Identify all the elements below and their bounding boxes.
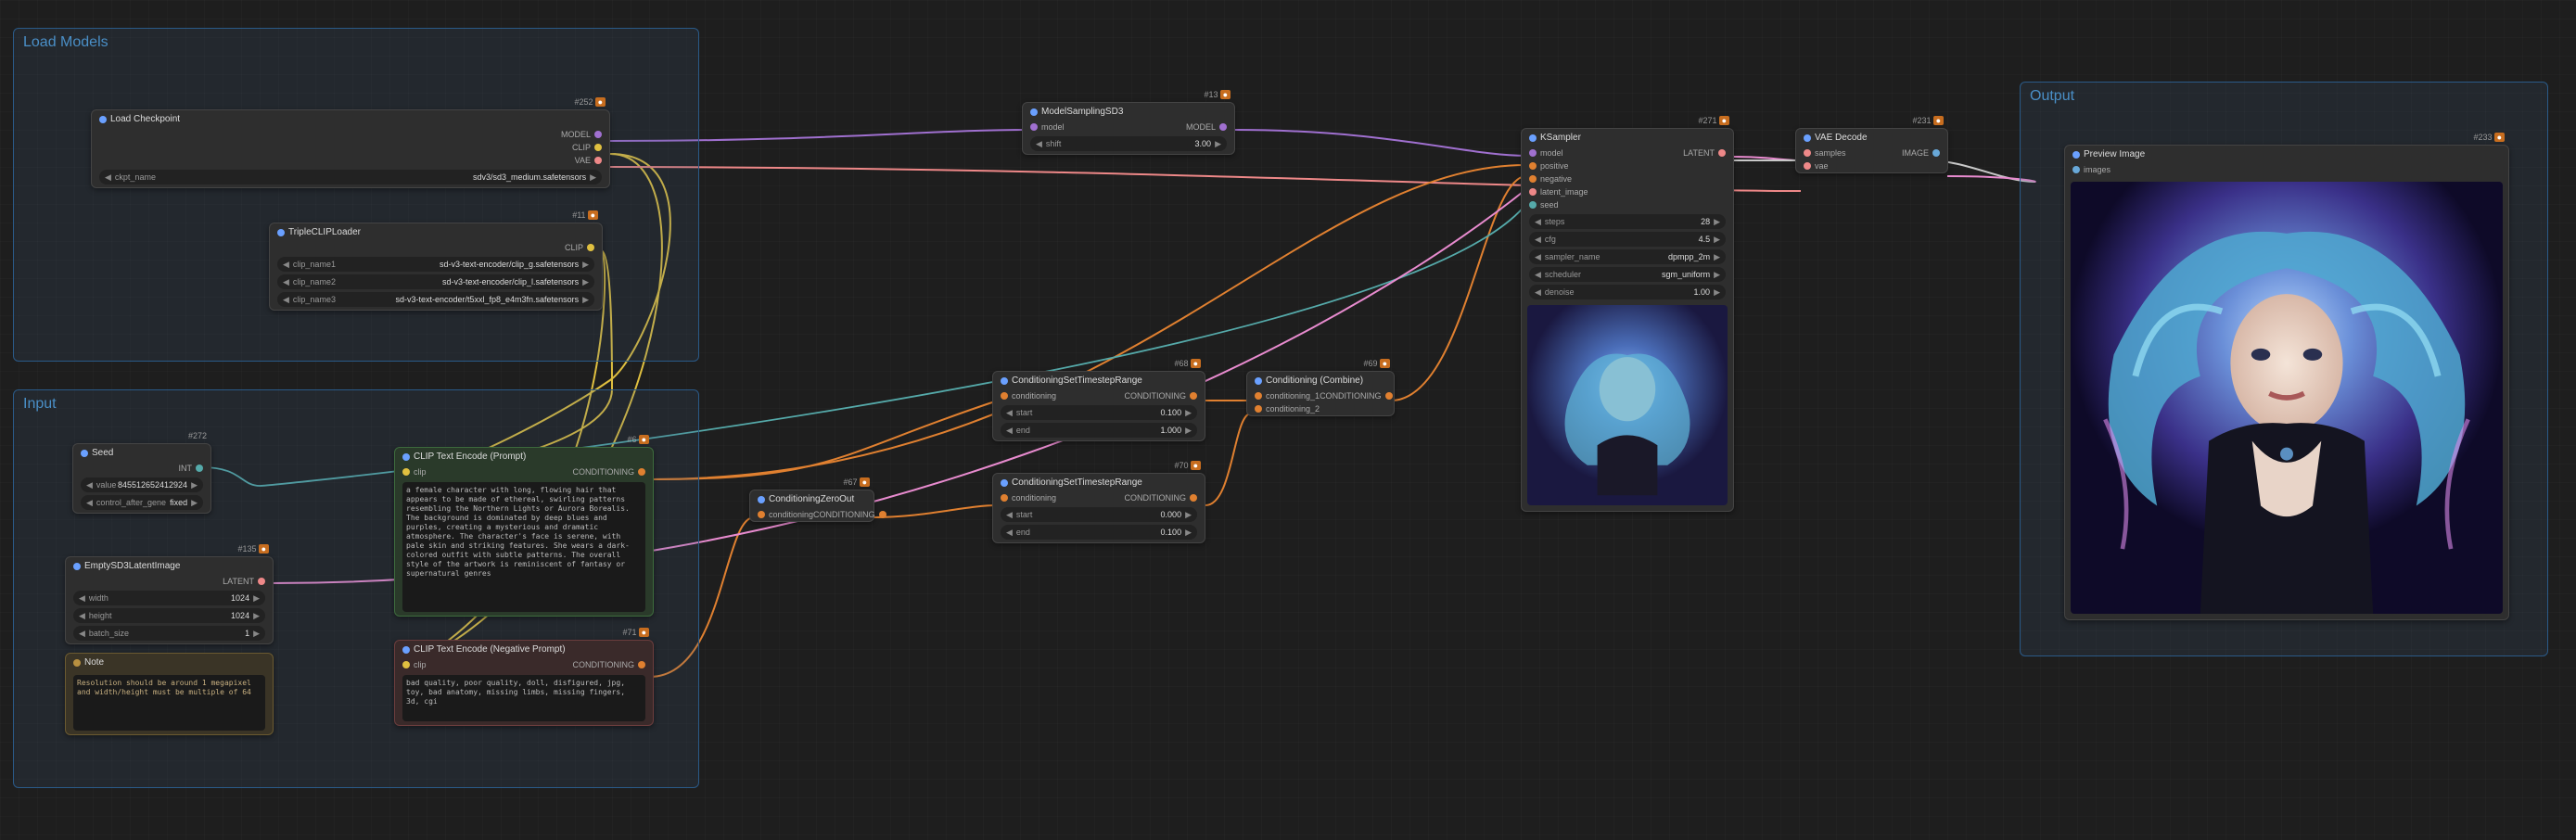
node-seed[interactable]: #272 Seed INT ◀value845512652412924▶ ◀co… — [72, 443, 211, 514]
node-empty-latent[interactable]: #135● EmptySD3LatentImage LATENT ◀width1… — [65, 556, 274, 644]
cfg-widget[interactable]: ◀cfg4.5▶ — [1529, 232, 1726, 247]
input-positive[interactable] — [1529, 162, 1537, 170]
node-id: #67● — [844, 477, 870, 487]
height-widget[interactable]: ◀height1024▶ — [73, 608, 265, 623]
input-cond2[interactable] — [1255, 405, 1262, 413]
output-int[interactable] — [196, 465, 203, 472]
output-clip[interactable] — [587, 244, 594, 251]
node-id: #68● — [1175, 359, 1201, 368]
output-cond[interactable] — [1190, 392, 1197, 400]
node-id: #233● — [2474, 133, 2505, 142]
node-id: #231● — [1913, 116, 1944, 125]
output-clip[interactable] — [594, 144, 602, 151]
output-conditioning[interactable] — [638, 661, 645, 668]
node-load-checkpoint[interactable]: #252● Load Checkpoint MODEL CLIP VAE ◀ c… — [91, 109, 610, 188]
clip2-widget[interactable]: ◀clip_name2sd-v3-text-encoder/clip_l.saf… — [277, 274, 594, 289]
input-cond1[interactable] — [1255, 392, 1262, 400]
node-id: #6● — [628, 435, 649, 444]
node-id: #252● — [575, 97, 606, 107]
node-id: #135● — [238, 544, 269, 554]
node-model-sampling[interactable]: #13● ModelSamplingSD3 modelMODEL ◀shift3… — [1022, 102, 1235, 155]
input-model[interactable] — [1529, 149, 1537, 157]
clip1-widget[interactable]: ◀clip_name1sd-v3-text-encoder/clip_g.saf… — [277, 257, 594, 272]
note-text: Resolution should be around 1 megapixel … — [73, 675, 265, 731]
group-load-models[interactable]: Load Models — [13, 28, 699, 362]
node-id: #13● — [1205, 90, 1231, 99]
ckpt-name-widget[interactable]: ◀ ckpt_name sdv3/sd3_medium.safetensors … — [99, 170, 602, 185]
input-seed[interactable] — [1529, 201, 1537, 209]
input-cond[interactable] — [1001, 494, 1008, 502]
node-cond-combine[interactable]: #69● Conditioning (Combine) conditioning… — [1246, 371, 1395, 416]
group-title: Input — [23, 396, 57, 413]
group-title: Output — [2030, 88, 2074, 105]
output-latent[interactable] — [258, 578, 265, 585]
node-id: #272 — [188, 431, 207, 440]
clip3-widget[interactable]: ◀clip_name3sd-v3-text-encoder/t5xxl_fp8_… — [277, 292, 594, 307]
node-id: #71● — [623, 628, 649, 637]
end-widget[interactable]: ◀end1.000▶ — [1001, 423, 1197, 438]
start-widget[interactable]: ◀start0.000▶ — [1001, 507, 1197, 522]
arrow-left-icon[interactable]: ◀ — [103, 172, 113, 183]
output-cond[interactable] — [1190, 494, 1197, 502]
shift-widget[interactable]: ◀shift3.00▶ — [1030, 136, 1227, 151]
input-model[interactable] — [1030, 123, 1038, 131]
node-clip-prompt[interactable]: #6● CLIP Text Encode (Prompt) clipCONDIT… — [394, 447, 654, 617]
node-cond-zero-out[interactable]: #67● ConditioningZeroOut conditioningCON… — [749, 490, 874, 522]
node-id: #70● — [1175, 461, 1201, 470]
output-latent[interactable] — [1718, 149, 1726, 157]
width-widget[interactable]: ◀width1024▶ — [73, 591, 265, 605]
output-cond[interactable] — [1385, 392, 1393, 400]
input-latent[interactable] — [1529, 188, 1537, 196]
seed-value-widget[interactable]: ◀value845512652412924▶ — [81, 477, 203, 492]
scheduler-widget[interactable]: ◀schedulersgm_uniform▶ — [1529, 267, 1726, 282]
node-triple-clip-loader[interactable]: #11● TripleCLIPLoader CLIP ◀clip_name1sd… — [269, 223, 603, 311]
node-cond-timestep-2[interactable]: #70● ConditioningSetTimestepRange condit… — [992, 473, 1205, 543]
input-clip[interactable] — [402, 661, 410, 668]
prompt-text[interactable]: a female character with long, flowing ha… — [402, 482, 645, 612]
node-clip-negative[interactable]: #71● CLIP Text Encode (Negative Prompt) … — [394, 640, 654, 726]
output-model[interactable] — [594, 131, 602, 138]
seed-cag-widget[interactable]: ◀control_after_genefixed▶ — [81, 495, 203, 510]
batch-widget[interactable]: ◀batch_size1▶ — [73, 626, 265, 641]
group-title: Load Models — [23, 34, 108, 51]
end-widget[interactable]: ◀end0.100▶ — [1001, 525, 1197, 540]
output-image[interactable] — [1932, 149, 1940, 157]
node-vae-decode[interactable]: #231● VAE Decode samplesIMAGE vae — [1795, 128, 1948, 173]
input-samples[interactable] — [1804, 149, 1811, 157]
node-id: #271● — [1699, 116, 1729, 125]
output-vae[interactable] — [594, 157, 602, 164]
node-preview-image[interactable]: #233● Preview Image images — [2064, 145, 2509, 620]
output-conditioning[interactable] — [638, 468, 645, 476]
sampler-widget[interactable]: ◀sampler_namedpmpp_2m▶ — [1529, 249, 1726, 264]
input-cond[interactable] — [758, 511, 765, 518]
node-note[interactable]: Note Resolution should be around 1 megap… — [65, 653, 274, 735]
input-vae[interactable] — [1804, 162, 1811, 170]
preview-output-image — [2071, 182, 2503, 614]
node-id: #69● — [1364, 359, 1390, 368]
steps-widget[interactable]: ◀steps28▶ — [1529, 214, 1726, 229]
denoise-widget[interactable]: ◀denoise1.00▶ — [1529, 285, 1726, 299]
input-negative[interactable] — [1529, 175, 1537, 183]
arrow-right-icon[interactable]: ▶ — [588, 172, 598, 183]
ksampler-preview — [1527, 305, 1728, 505]
input-cond[interactable] — [1001, 392, 1008, 400]
node-cond-timestep-1[interactable]: #68● ConditioningSetTimestepRange condit… — [992, 371, 1205, 441]
output-model[interactable] — [1219, 123, 1227, 131]
node-id: #11● — [572, 210, 598, 220]
node-title-text: Load Checkpoint — [110, 114, 180, 124]
input-images[interactable] — [2072, 166, 2080, 173]
start-widget[interactable]: ◀start0.100▶ — [1001, 405, 1197, 420]
node-ksampler[interactable]: #271● KSampler modelLATENT positive nega… — [1521, 128, 1734, 512]
negative-text[interactable]: bad quality, poor quality, doll, disfigu… — [402, 675, 645, 721]
input-clip[interactable] — [402, 468, 410, 476]
output-cond[interactable] — [879, 511, 886, 518]
